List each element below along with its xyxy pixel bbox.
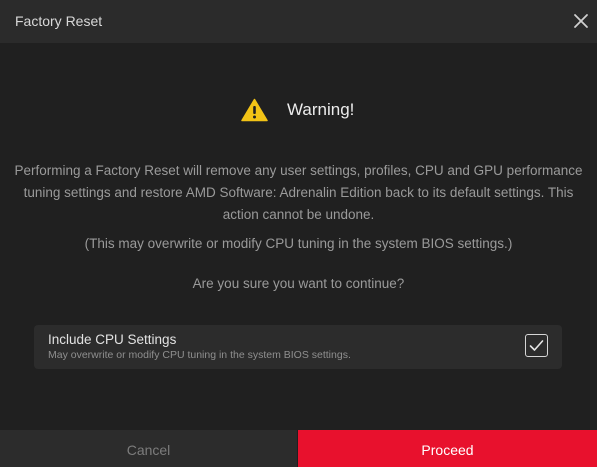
proceed-button[interactable]: Proceed bbox=[298, 430, 597, 467]
confirm-question: Are you sure you want to continue? bbox=[192, 276, 405, 291]
warning-triangle-icon bbox=[241, 98, 268, 122]
close-button[interactable] bbox=[570, 10, 592, 32]
bios-note: (This may overwrite or modify CPU tuning… bbox=[84, 236, 513, 251]
include-cpu-settings-checkbox[interactable] bbox=[525, 334, 548, 357]
option-description: May overwrite or modify CPU tuning in th… bbox=[48, 349, 351, 361]
checkmark-icon bbox=[529, 340, 544, 351]
option-label: Include CPU Settings bbox=[48, 332, 177, 347]
cancel-button[interactable]: Cancel bbox=[0, 430, 297, 467]
dialog-title: Factory Reset bbox=[15, 13, 103, 29]
warning-title: Warning! bbox=[287, 100, 355, 119]
include-cpu-settings-option: Include CPU Settings May overwrite or mo… bbox=[34, 325, 562, 369]
title-bar: Factory Reset bbox=[0, 0, 597, 43]
close-icon bbox=[574, 14, 588, 28]
dialog-footer: Cancel Proceed bbox=[0, 430, 597, 467]
factory-reset-dialog: Factory Reset Warning! Performing a Fact… bbox=[0, 0, 597, 467]
warning-message: Performing a Factory Reset will remove a… bbox=[14, 163, 583, 222]
warning-header: Warning! bbox=[0, 97, 597, 125]
